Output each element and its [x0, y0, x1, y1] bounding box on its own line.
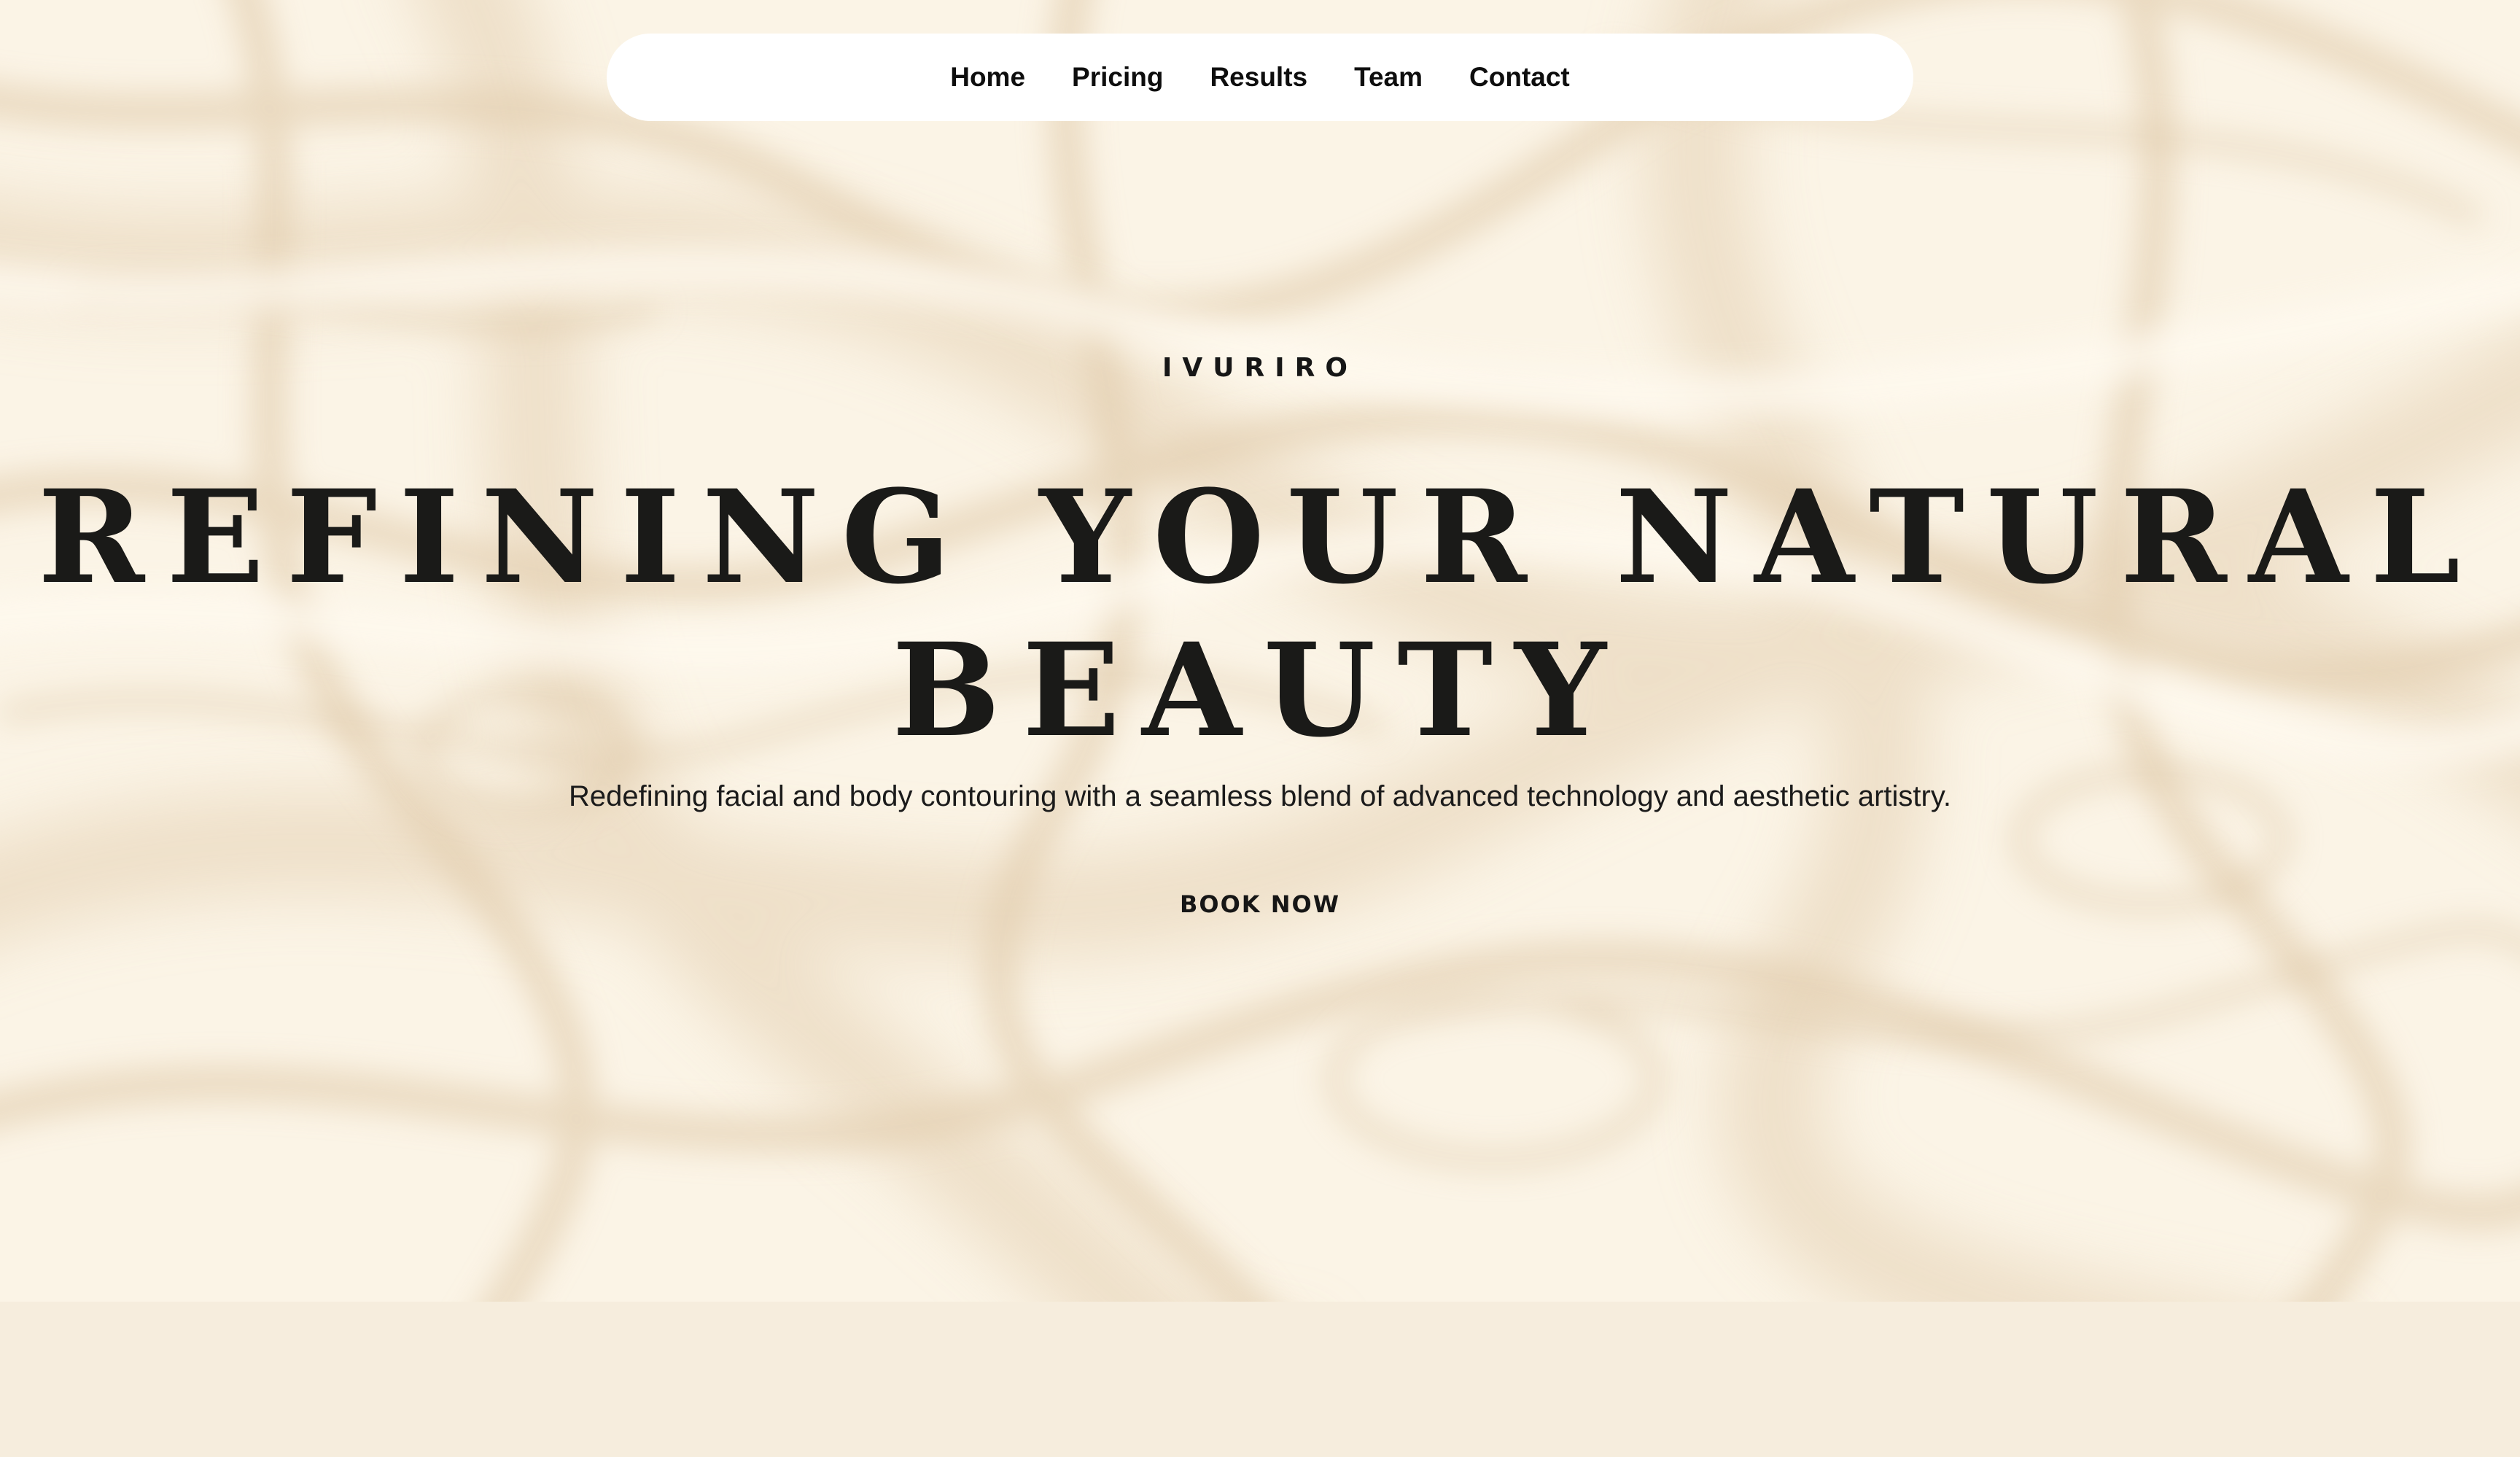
hero-headline: REFINING YOUR NATURAL BEAUTY	[0, 461, 2520, 767]
nav-home-link[interactable]: Home	[950, 62, 1025, 93]
nav-pricing-link[interactable]: Pricing	[1072, 62, 1163, 93]
hero-headline-line-1: REFINING YOUR NATURAL	[37, 462, 2483, 613]
nav-contact-link[interactable]: Contact	[1469, 62, 1570, 93]
book-now-button[interactable]: BOOK NOW	[1151, 882, 1369, 926]
nav-team-link[interactable]: Team	[1354, 62, 1423, 93]
top-navigation: Home Pricing Results Team Contact	[607, 34, 1913, 121]
brand-name: IVURIRO	[1162, 353, 1358, 383]
hero-headline-line-2: BEAUTY	[892, 615, 1628, 766]
hero-section: Home Pricing Results Team Contact IVURIR…	[0, 0, 2520, 1302]
below-hero-band	[0, 1302, 2520, 1457]
hero-subtitle: Redefining facial and body contouring wi…	[569, 780, 1951, 812]
nav-results-link[interactable]: Results	[1210, 62, 1307, 93]
